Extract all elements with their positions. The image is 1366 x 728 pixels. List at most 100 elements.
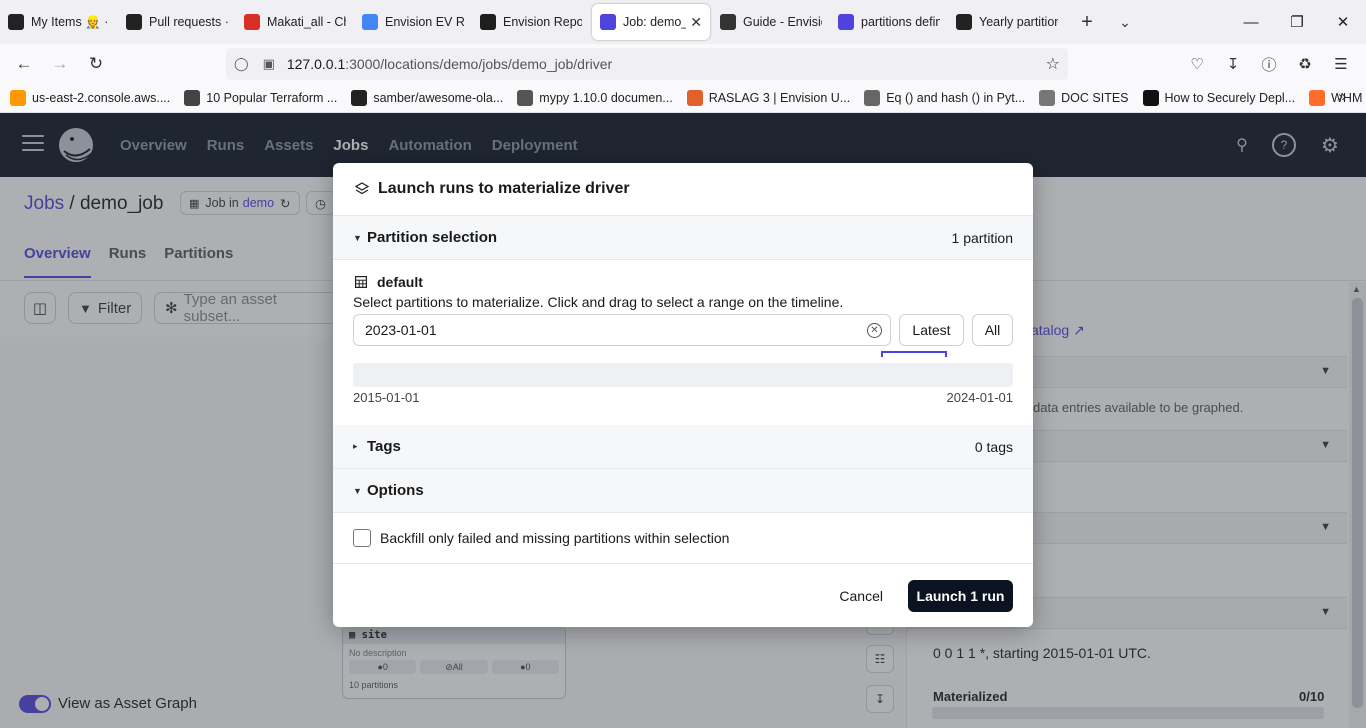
download-icon[interactable]: ↧ <box>1217 48 1249 80</box>
bookmark-item[interactable]: us-east-2.console.aws.... <box>10 90 170 106</box>
cancel-button[interactable]: Cancel <box>839 581 883 611</box>
caret-down-icon: ▼ <box>353 485 362 496</box>
bookmark-label: 10 Popular Terraform ... <box>206 91 338 105</box>
bookmark-label: How to Securely Depl... <box>1164 91 1296 105</box>
options-header[interactable]: ▼ Options <box>333 469 1033 513</box>
close-tab-icon[interactable]: ✕ <box>690 14 702 31</box>
bookmark-star-icon[interactable]: ☆ <box>1046 54 1060 74</box>
bookmark-icon <box>1142 90 1159 106</box>
timeline-selection-marker[interactable] <box>881 351 947 357</box>
bookmark-icon <box>1309 90 1326 106</box>
github-icon <box>8 14 24 30</box>
extensions-icon[interactable]: ♻ <box>1289 48 1321 80</box>
partition-instructions: Select partitions to materialize. Click … <box>353 294 844 310</box>
close-window-icon[interactable]: ✕ <box>1320 0 1366 44</box>
tab-list-chevron-icon[interactable]: ⌄ <box>1110 7 1140 37</box>
bookmark-icon <box>1039 90 1056 106</box>
browser-tab-title: Makati_all - Ch <box>267 15 346 29</box>
browser-tab[interactable]: Yearly partition <box>948 4 1066 40</box>
bookmark-item[interactable]: 10 Popular Terraform ... <box>184 90 337 106</box>
partition-selection-input[interactable]: 2023-01-01 ✕ <box>353 314 891 346</box>
clear-selection-icon[interactable]: ✕ <box>867 323 882 338</box>
tags-header[interactable]: ▸ Tags 0 tags <box>333 425 1033 469</box>
github-icon <box>956 14 972 30</box>
bookmark-label: WHM Login <box>1331 91 1366 105</box>
layers-icon <box>355 182 369 195</box>
shield-icon: ◯ <box>234 56 249 71</box>
browser-tab-title: Job: demo_jc <box>623 15 686 29</box>
bookmark-label: Eq () and hash () in Pyt... <box>886 91 1026 105</box>
github-icon <box>126 14 142 30</box>
browser-tab-title: Envision Report <box>503 15 582 29</box>
bookmark-icon <box>184 90 201 106</box>
bookmark-item[interactable]: RASLAG 3 | Envision U... <box>686 90 851 106</box>
bookmark-label: us-east-2.console.aws.... <box>32 91 171 105</box>
all-button[interactable]: All <box>972 314 1013 346</box>
browser-tab[interactable]: partitions defin <box>830 4 948 40</box>
bookmark-item[interactable]: samber/awesome-ola... <box>351 90 503 106</box>
gmail-icon <box>244 14 260 30</box>
bookmark-item[interactable]: How to Securely Depl... <box>1142 90 1296 106</box>
info-icon[interactable]: ⓘ <box>1253 48 1285 80</box>
page-icon: ▣ <box>262 56 275 71</box>
timeline-start-label: 2015-01-01 <box>353 390 420 405</box>
partition-set-title: default <box>355 274 423 290</box>
bookmark-item[interactable]: Eq () and hash () in Pyt... <box>864 90 1025 106</box>
launch-runs-dialog: Launch runs to materialize driver ▼ Part… <box>333 163 1033 627</box>
browser-tab[interactable]: Pull requests · S <box>118 4 236 40</box>
timeline-end-label: 2024-01-01 <box>946 390 1014 405</box>
figma-icon <box>480 14 496 30</box>
pocket-icon[interactable]: ♡ <box>1181 48 1213 80</box>
partition-selection-body: default Select partitions to materialize… <box>333 260 1033 425</box>
bookmark-item[interactable]: mypy 1.10.0 documen... <box>517 90 673 106</box>
bookmark-label: DOC SITES <box>1061 91 1129 105</box>
notion-icon <box>720 14 736 30</box>
backfill-checkbox[interactable] <box>353 529 371 547</box>
caret-down-icon: ▼ <box>353 232 362 243</box>
browser-tab-title: My Items 👷 · E <box>31 14 110 29</box>
bookmark-icon <box>864 90 881 106</box>
tags-label: Tags <box>367 438 401 455</box>
partition-selection-value: 2023-01-01 <box>365 322 437 338</box>
browser-tab[interactable]: Envision Report <box>472 4 590 40</box>
dagster-icon <box>838 14 854 30</box>
browser-tab[interactable]: Job: demo_jc ✕ <box>592 4 710 40</box>
caret-right-icon: ▸ <box>353 441 358 451</box>
partition-selection-header[interactable]: ▼ Partition selection 1 partition <box>333 216 1033 260</box>
docs-icon <box>362 14 378 30</box>
browser-tab-bar: My Items 👷 · E Pull requests · S Makati_al… <box>0 0 1366 44</box>
browser-tab[interactable]: Guide - Envisio <box>712 4 830 40</box>
launch-run-button[interactable]: Launch 1 run <box>908 580 1013 612</box>
browser-tab[interactable]: My Items 👷 · E <box>0 4 118 40</box>
url-bar[interactable]: ◯ ▣ 127.0.0.1:3000/locations/demo/jobs/d… <box>226 48 1068 80</box>
browser-tab-title: Yearly partition <box>979 15 1058 29</box>
bookmarks-overflow-icon[interactable]: » <box>1338 88 1346 105</box>
bookmark-icon <box>686 90 703 106</box>
new-tab-icon[interactable]: + <box>1072 7 1102 37</box>
browser-tab[interactable]: Makati_all - Ch <box>236 4 354 40</box>
back-icon[interactable]: ← <box>6 48 42 80</box>
minimize-icon[interactable]: — <box>1228 0 1274 44</box>
bookmark-icon <box>517 90 534 106</box>
browser-tab-title: Pull requests · S <box>149 15 228 29</box>
partition-count: 1 partition <box>951 229 1013 246</box>
menu-icon[interactable]: ☰ <box>1325 48 1357 80</box>
restore-icon[interactable]: ❐ <box>1274 0 1320 44</box>
url-path: :3000/locations/demo/jobs/demo_job/drive… <box>345 56 613 72</box>
reload-icon[interactable]: ↻ <box>78 48 114 80</box>
partition-timeline[interactable] <box>353 363 1013 387</box>
forward-icon[interactable]: → <box>42 48 78 80</box>
browser-tab[interactable]: Envision EV Re <box>354 4 472 40</box>
dialog-title-text: Launch runs to materialize driver <box>378 180 630 197</box>
bookmark-label: RASLAG 3 | Envision U... <box>708 91 851 105</box>
partition-selection-label: Partition selection <box>367 229 498 246</box>
bookmark-item[interactable]: DOC SITES <box>1039 90 1129 106</box>
bookmark-label: samber/awesome-ola... <box>373 91 504 105</box>
latest-button[interactable]: Latest <box>899 314 964 346</box>
tags-count: 0 tags <box>974 438 1013 455</box>
bookmark-icon <box>10 90 26 106</box>
backfill-option-row[interactable]: Backfill only failed and missing partiti… <box>333 513 1033 564</box>
browser-nav-bar: ← → ↻ ◯ ▣ 127.0.0.1:3000/locations/demo/… <box>0 44 1366 84</box>
table-icon <box>355 276 367 288</box>
bookmark-icon <box>351 90 368 106</box>
